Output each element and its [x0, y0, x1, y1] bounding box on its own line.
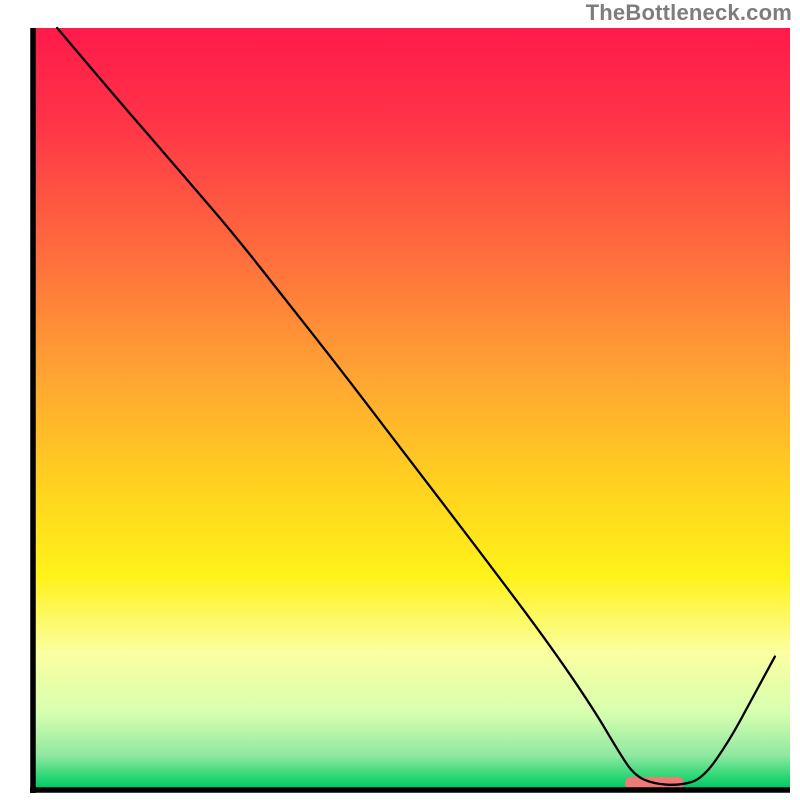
plot-background — [33, 28, 790, 790]
bottleneck-chart — [0, 0, 800, 800]
chart-stage: TheBottleneck.com — [0, 0, 800, 800]
